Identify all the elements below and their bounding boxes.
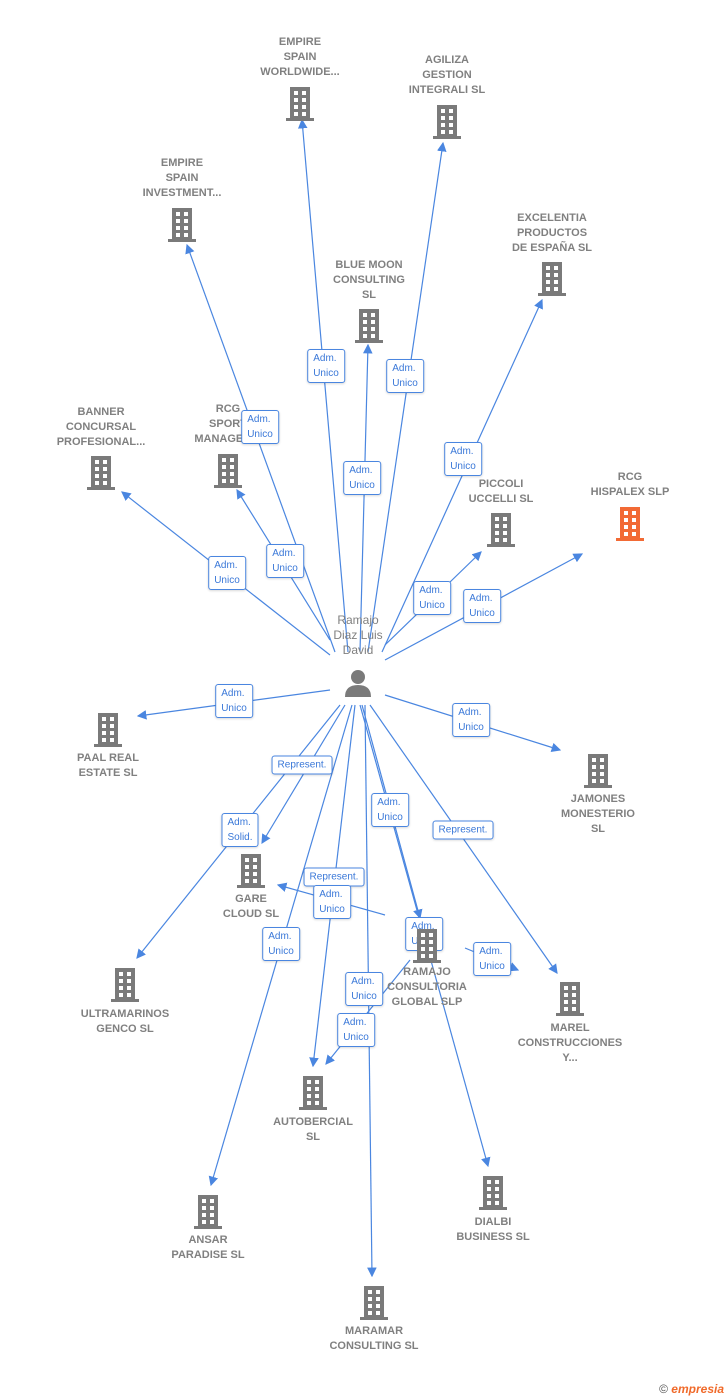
footer-brand: © empresia [659, 1382, 724, 1396]
building-icon[interactable] [211, 452, 245, 488]
edges-layer [121, 118, 584, 1278]
company-name[interactable]: ANSAR PARADISE SL [138, 1233, 278, 1263]
edge-label[interactable]: Adm. Unico [386, 359, 424, 393]
building-icon[interactable] [535, 260, 569, 296]
company-name[interactable]: RCG HISPALEX SLP [560, 470, 700, 500]
building-icon[interactable] [476, 1174, 510, 1210]
edge-label[interactable]: Adm. Unico [452, 703, 490, 737]
building-icon[interactable] [553, 980, 587, 1016]
company-name[interactable]: BANNER CONCURSAL PROFESIONAL... [31, 405, 171, 450]
edge-label[interactable]: Adm. Unico [266, 544, 304, 578]
edge-label[interactable]: Adm. Unico [307, 349, 345, 383]
building-icon[interactable] [430, 103, 464, 139]
company-name[interactable]: AGILIZA GESTION INTEGRALI SL [377, 53, 517, 98]
building-icon[interactable] [613, 505, 647, 541]
company-name[interactable]: MARAMAR CONSULTING SL [304, 1324, 444, 1354]
company-name[interactable]: AUTOBERCIAL SL [243, 1115, 383, 1145]
edge-label[interactable]: Adm. Unico [215, 684, 253, 718]
edge-label[interactable]: Adm. Solid. [221, 813, 259, 847]
company-name[interactable]: BLUE MOON CONSULTING SL [299, 258, 439, 303]
building-icon[interactable] [91, 711, 125, 747]
edge-label[interactable]: Adm. Unico [313, 885, 351, 919]
edge-line [185, 243, 336, 653]
company-name[interactable]: ULTRAMARINOS GENCO SL [55, 1007, 195, 1037]
building-icon[interactable] [165, 206, 199, 242]
edge-label[interactable]: Adm. Unico [241, 410, 279, 444]
building-icon[interactable] [283, 85, 317, 121]
edge-label[interactable]: Adm. Unico [345, 972, 383, 1006]
person-icon[interactable] [343, 668, 373, 698]
company-name[interactable]: EMPIRE SPAIN WORLDWIDE... [230, 35, 370, 80]
building-icon[interactable] [484, 511, 518, 547]
building-icon[interactable] [352, 307, 386, 343]
company-name[interactable]: GARE CLOUD SL [181, 892, 321, 922]
building-icon[interactable] [108, 966, 142, 1002]
edge-label[interactable]: Adm. Unico [463, 589, 501, 623]
edge-label[interactable]: Adm. Unico [413, 581, 451, 615]
edge-label[interactable]: Adm. Unico [262, 927, 300, 961]
company-name[interactable]: EXCELENTIA PRODUCTOS DE ESPAÑA SL [482, 211, 622, 256]
empresia-logo: empresia [671, 1382, 724, 1396]
company-name[interactable]: JAMONES MONESTERIO SL [528, 792, 668, 837]
edge-label[interactable]: Adm. Unico [208, 556, 246, 590]
edge-label[interactable]: Adm. Unico [473, 942, 511, 976]
building-icon[interactable] [357, 1284, 391, 1320]
network-graph: MARAMAR CONSULTING SL ANSAR PARADISE SL DI… [0, 0, 728, 1400]
edge-label[interactable]: Adm. Unico [371, 793, 409, 827]
company-name[interactable]: DIALBI BUSINESS SL [423, 1215, 563, 1245]
edge-label[interactable]: Adm. Unico [337, 1013, 375, 1047]
edge-label[interactable]: Adm. Unico [444, 442, 482, 476]
edge-line [367, 141, 447, 653]
building-icon[interactable] [191, 1193, 225, 1229]
edge-line [381, 298, 543, 653]
center-person-name[interactable]: Ramajo Diaz Luis David [318, 613, 398, 658]
edge-label[interactable]: Represent. [271, 755, 333, 775]
edge-label[interactable]: Represent. [432, 820, 494, 840]
edge-label[interactable]: Represent. [303, 867, 365, 887]
edge-line [359, 343, 373, 653]
edge-label[interactable]: Adm. Unico [343, 461, 381, 495]
building-icon[interactable] [234, 852, 268, 888]
company-name[interactable]: PAAL REAL ESTATE SL [38, 751, 178, 781]
company-name[interactable]: MAREL CONSTRUCCIONES Y... [500, 1021, 640, 1066]
company-name[interactable]: PICCOLI UCCELLI SL [431, 477, 571, 507]
building-icon[interactable] [581, 752, 615, 788]
building-icon[interactable] [410, 927, 444, 963]
edge-line [297, 118, 349, 653]
building-icon[interactable] [296, 1074, 330, 1110]
company-name[interactable]: EMPIRE SPAIN INVESTMENT... [112, 156, 252, 201]
building-icon[interactable] [84, 454, 118, 490]
